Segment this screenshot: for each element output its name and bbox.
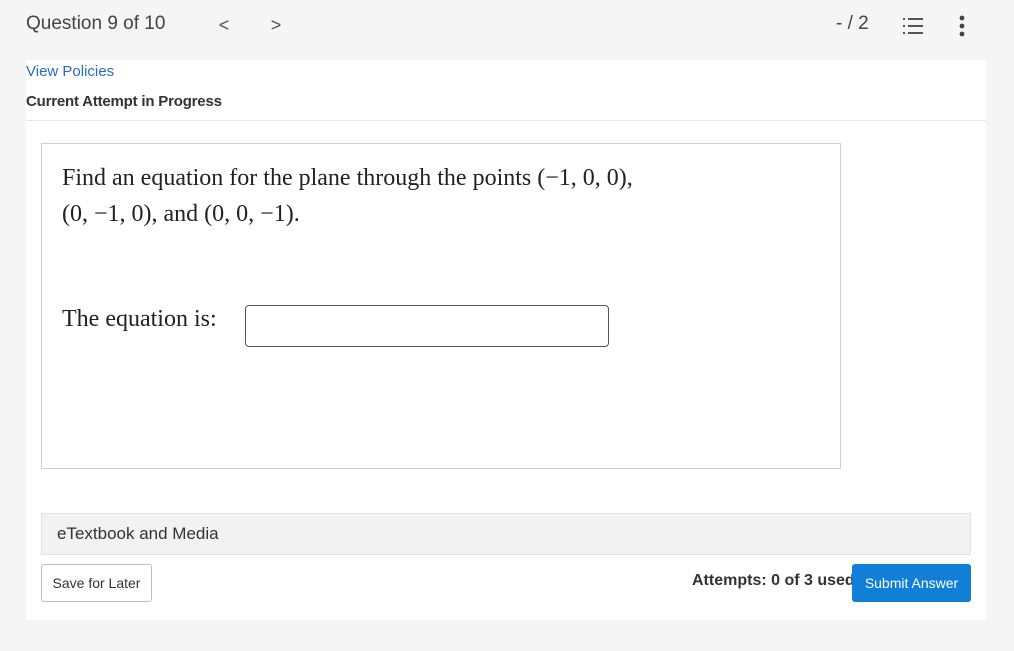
save-for-later-button[interactable]: Save for Later xyxy=(41,564,152,602)
more-vertical-icon xyxy=(959,15,965,37)
panel-header: View Policies Current Attempt in Progres… xyxy=(26,60,986,121)
attempt-status: Current Attempt in Progress xyxy=(26,93,222,110)
top-bar: Question 9 of 10 < > - / 2 xyxy=(0,0,1014,50)
attempts-counter: Attempts: 0 of 3 used xyxy=(692,572,855,589)
equation-label: The equation is: xyxy=(62,306,217,332)
question-box: Find an equation for the plane through t… xyxy=(41,143,841,469)
question-score: - / 2 xyxy=(836,13,869,34)
submit-answer-button[interactable]: Submit Answer xyxy=(852,564,971,602)
question-panel: View Policies Current Attempt in Progres… xyxy=(26,60,986,620)
question-prompt-line-1: Find an equation for the plane through t… xyxy=(62,165,633,191)
etextbook-media-label: eTextbook and Media xyxy=(57,524,219,543)
next-question-button[interactable]: > xyxy=(265,12,287,38)
view-policies-link[interactable]: View Policies xyxy=(26,63,114,80)
question-counter: Question 9 of 10 xyxy=(26,13,166,34)
question-prompt: Find an equation for the plane through t… xyxy=(62,160,802,232)
previous-question-button[interactable]: < xyxy=(213,12,235,38)
question-prompt-line-2: (0, −1, 0), and (0, 0, −1). xyxy=(62,201,300,227)
chevron-right-icon: > xyxy=(270,15,282,35)
question-list-button[interactable] xyxy=(902,15,924,37)
numbered-list-icon xyxy=(903,18,923,34)
etextbook-media-section[interactable]: eTextbook and Media xyxy=(41,513,971,555)
chevron-left-icon: < xyxy=(218,15,230,35)
equation-answer-input[interactable] xyxy=(245,305,609,347)
more-options-button[interactable] xyxy=(952,13,972,39)
